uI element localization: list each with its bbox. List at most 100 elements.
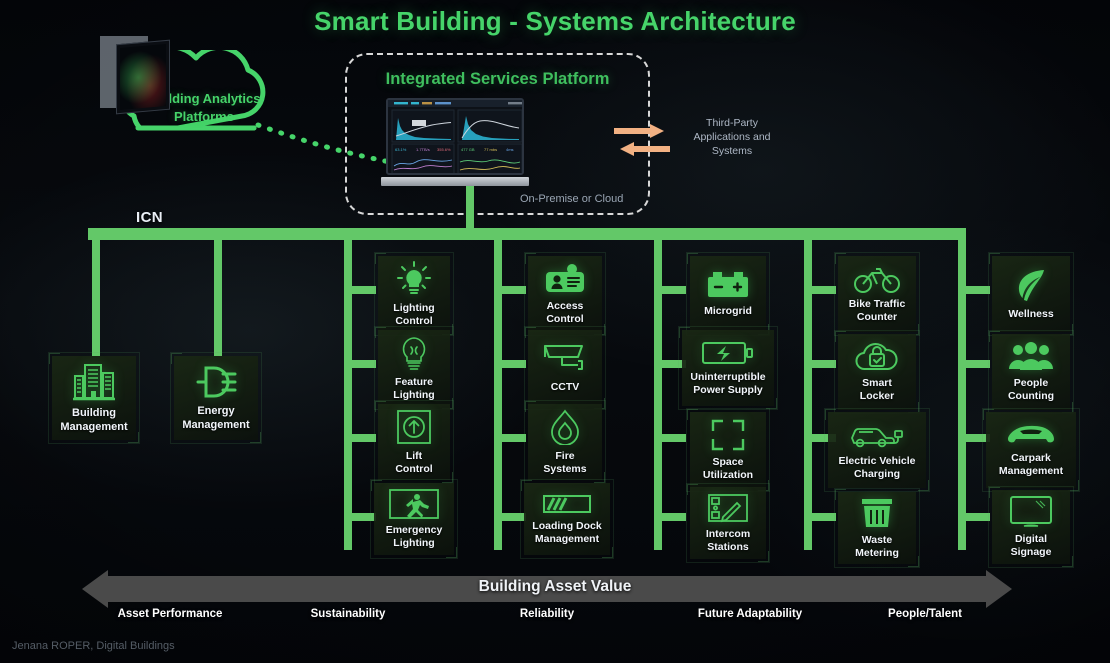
tile-label-line1: Emergency bbox=[385, 523, 443, 536]
flame-icon bbox=[549, 409, 581, 446]
tile-label-line1: Loading Dock bbox=[532, 519, 602, 532]
tile-cctv[interactable]: CCTV bbox=[524, 326, 606, 410]
tile-bike-traffic-counter[interactable]: Bike Traffic Counter bbox=[834, 252, 920, 336]
tile-label-line1: Smart bbox=[862, 376, 892, 389]
author-credit: Jenana ROPER, Digital Buildings bbox=[12, 640, 175, 652]
tile-carpark-management[interactable]: Carpark Management bbox=[982, 408, 1080, 492]
tile-label-line2: Locker bbox=[859, 389, 895, 402]
tile-smart-locker[interactable]: Smart Locker bbox=[834, 330, 920, 414]
tile-label: Waste Metering bbox=[852, 534, 902, 559]
tile-label-line2: Power Supply bbox=[693, 383, 763, 396]
tile-wellness[interactable]: Wellness bbox=[988, 252, 1074, 336]
tile-label: Wellness bbox=[1005, 308, 1056, 321]
tile-label-line1: CCTV bbox=[550, 381, 580, 394]
display-screen-icon bbox=[1010, 495, 1052, 528]
tile-label-line2: Management bbox=[998, 464, 1064, 477]
trash-bin-icon bbox=[860, 497, 894, 529]
intercom-panel-icon bbox=[708, 493, 748, 523]
tile-label-line1: People bbox=[1013, 376, 1049, 389]
tile-label-line1: Access bbox=[546, 299, 584, 312]
tile-microgrid[interactable]: Microgrid bbox=[686, 252, 770, 336]
tile-label-line2: Control bbox=[546, 312, 584, 325]
bicycle-icon bbox=[854, 265, 900, 293]
feature-bulb-icon bbox=[397, 335, 431, 371]
tile-label-line1: Feature bbox=[395, 375, 433, 388]
tile-label: Digital Signage bbox=[1008, 533, 1055, 558]
category-future-adaptability: Future Adaptability bbox=[697, 608, 803, 620]
tile-digital-signage[interactable]: Digital Signage bbox=[988, 486, 1074, 568]
tile-label: Emergency Lighting bbox=[383, 524, 446, 549]
tile-label: Access Control bbox=[543, 300, 586, 325]
tile-label: CCTV bbox=[548, 381, 583, 394]
tile-label: Lift Control bbox=[392, 450, 435, 475]
tile-label: Lighting Control bbox=[390, 302, 437, 327]
tile-label-line2: Signage bbox=[1010, 545, 1052, 558]
space-bracket-icon bbox=[711, 419, 745, 451]
tile-uninterruptible-power-supply[interactable]: Uninterruptible Power Supply bbox=[678, 326, 778, 410]
tile-label: Fire Systems bbox=[540, 450, 589, 475]
tile-label-line2: Control bbox=[395, 314, 433, 327]
tile-label-line1: Bike Traffic bbox=[848, 297, 906, 310]
tile-loading-dock-management[interactable]: Loading Dock Management bbox=[520, 479, 614, 559]
tile-label-line2: Lighting bbox=[393, 388, 435, 401]
tile-label-line1: Waste bbox=[861, 533, 893, 546]
exit-running-man-icon bbox=[389, 489, 439, 519]
tile-label: Carpark Management bbox=[996, 452, 1066, 477]
tile-label-line2: Management bbox=[534, 532, 600, 545]
ev-charging-car-icon bbox=[849, 420, 905, 450]
tile-lift-control[interactable]: Lift Control bbox=[374, 400, 454, 484]
tile-label-line1: Energy bbox=[197, 405, 235, 417]
tile-label: Microgrid bbox=[701, 305, 755, 318]
category-reliability: Reliability bbox=[519, 608, 575, 620]
tile-building-management[interactable]: Building Management bbox=[48, 352, 140, 444]
tile-access-control[interactable]: Access Control bbox=[524, 252, 606, 336]
tile-label-line2: Management bbox=[60, 420, 128, 433]
tile-label-line1: Lift bbox=[405, 449, 423, 462]
tile-people-counting[interactable]: People Counting bbox=[988, 330, 1074, 414]
tile-lighting-control[interactable]: Lighting Control bbox=[374, 252, 454, 336]
tile-label-line1: Fire bbox=[555, 449, 575, 462]
tile-label-line2: Counting bbox=[1007, 389, 1055, 402]
tile-electric-vehicle-charging[interactable]: Electric Vehicle Charging bbox=[824, 408, 930, 492]
tile-intercom-stations[interactable]: Intercom Stations bbox=[686, 483, 770, 563]
tile-label-line2: Management bbox=[182, 418, 250, 431]
tile-label: Building Management bbox=[57, 407, 130, 434]
tile-label: Feature Lighting bbox=[390, 376, 437, 401]
tile-frame bbox=[982, 408, 1080, 492]
tile-label-line1: Wellness bbox=[1008, 308, 1054, 321]
tile-label-line2: Utilization bbox=[702, 468, 754, 481]
tile-label: Smart Locker bbox=[857, 377, 897, 402]
tile-label: Uninterruptible Power Supply bbox=[687, 371, 768, 396]
tile-label: Intercom Stations bbox=[703, 528, 753, 553]
tile-label-line1: Electric Vehicle bbox=[838, 454, 916, 467]
loading-dock-icon bbox=[543, 493, 591, 515]
cloud-lock-icon bbox=[855, 342, 899, 372]
tile-label: Bike Traffic Counter bbox=[846, 298, 909, 323]
tile-label-line1: Space bbox=[712, 455, 744, 468]
category-people-talent: People/Talent bbox=[888, 608, 962, 620]
tile-label: Electric Vehicle Charging bbox=[835, 455, 918, 480]
tile-frame bbox=[678, 326, 778, 410]
tile-label-line2: Charging bbox=[853, 467, 901, 480]
tile-emergency-lighting[interactable]: Emergency Lighting bbox=[370, 479, 458, 559]
tile-label-line1: Building bbox=[72, 407, 116, 419]
tile-space-utilization[interactable]: Space Utilization bbox=[686, 408, 770, 492]
tile-label-line2: Counter bbox=[856, 310, 898, 323]
tile-label-line1: Carpark bbox=[1011, 451, 1051, 464]
tile-waste-metering[interactable]: Waste Metering bbox=[834, 488, 920, 568]
tile-fire-systems[interactable]: Fire Systems bbox=[524, 400, 606, 484]
tile-energy-management[interactable]: Energy Management bbox=[170, 352, 262, 444]
tile-feature-lighting[interactable]: Feature Lighting bbox=[374, 326, 454, 410]
car-icon bbox=[1006, 423, 1056, 447]
people-group-icon bbox=[1008, 341, 1054, 372]
category-asset-performance: Asset Performance bbox=[117, 608, 223, 620]
category-sustainability: Sustainability bbox=[310, 608, 386, 620]
ups-battery-icon bbox=[702, 340, 754, 366]
tile-label: Energy Management bbox=[179, 405, 252, 432]
tile-label-line1: Uninterruptible bbox=[690, 370, 766, 383]
value-categories: Asset Performance Sustainability Reliabi… bbox=[0, 608, 1110, 630]
tile-label: People Counting bbox=[1005, 377, 1057, 402]
diagram-canvas: Smart Building - Systems Architecture Bu… bbox=[0, 0, 1110, 663]
tile-label-line1: Microgrid bbox=[704, 305, 752, 318]
light-bulb-rays-icon bbox=[395, 260, 433, 297]
